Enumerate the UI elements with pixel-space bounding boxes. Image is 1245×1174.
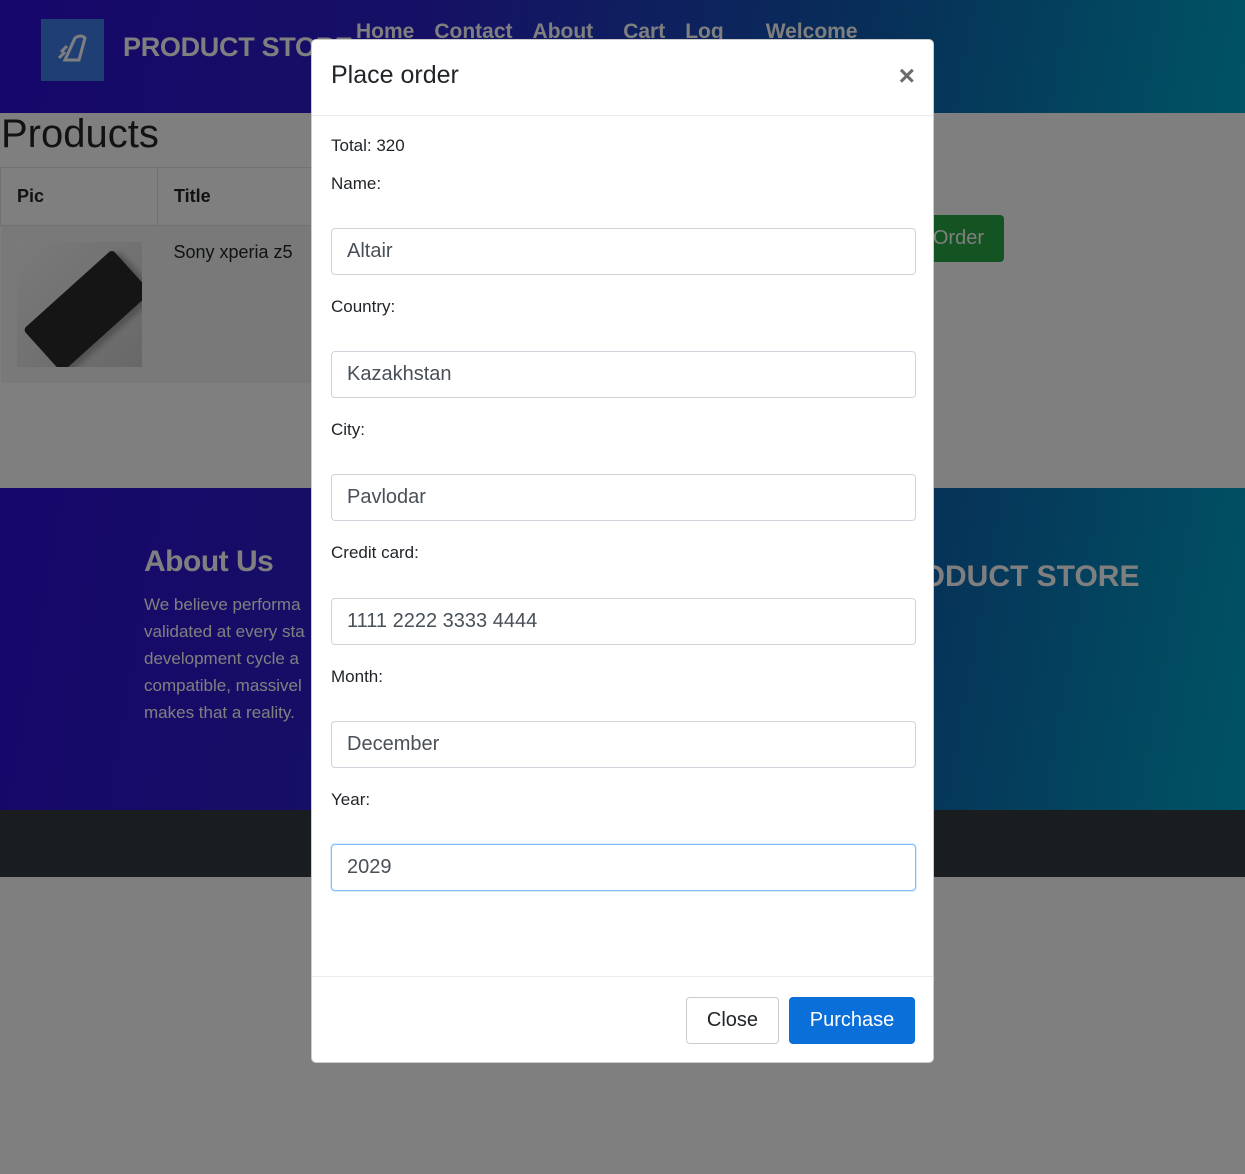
- credit-card-label: Credit card:: [331, 543, 419, 562]
- modal-header: Place order ×: [312, 40, 933, 116]
- modal-footer: Close Purchase: [312, 976, 933, 1062]
- order-total: Total: 320: [331, 136, 405, 155]
- modal-title: Place order: [331, 61, 459, 89]
- month-input[interactable]: [331, 721, 916, 768]
- place-order-modal: Place order × Total: 320 Name: Country: …: [311, 39, 934, 1063]
- close-button[interactable]: Close: [686, 997, 779, 1044]
- country-input[interactable]: [331, 351, 916, 398]
- country-label: Country:: [331, 297, 396, 316]
- name-input[interactable]: [331, 228, 916, 275]
- name-label: Name:: [331, 174, 382, 193]
- close-icon[interactable]: ×: [899, 62, 915, 90]
- month-label: Month:: [331, 667, 383, 686]
- city-input[interactable]: [331, 474, 916, 521]
- purchase-button[interactable]: Purchase: [789, 997, 915, 1044]
- city-label: City:: [331, 420, 365, 439]
- year-input[interactable]: [331, 844, 916, 891]
- modal-body: Total: 320 Name: Country: City: Credit c…: [312, 116, 933, 976]
- credit-card-input[interactable]: [331, 598, 916, 645]
- year-label: Year:: [331, 790, 371, 809]
